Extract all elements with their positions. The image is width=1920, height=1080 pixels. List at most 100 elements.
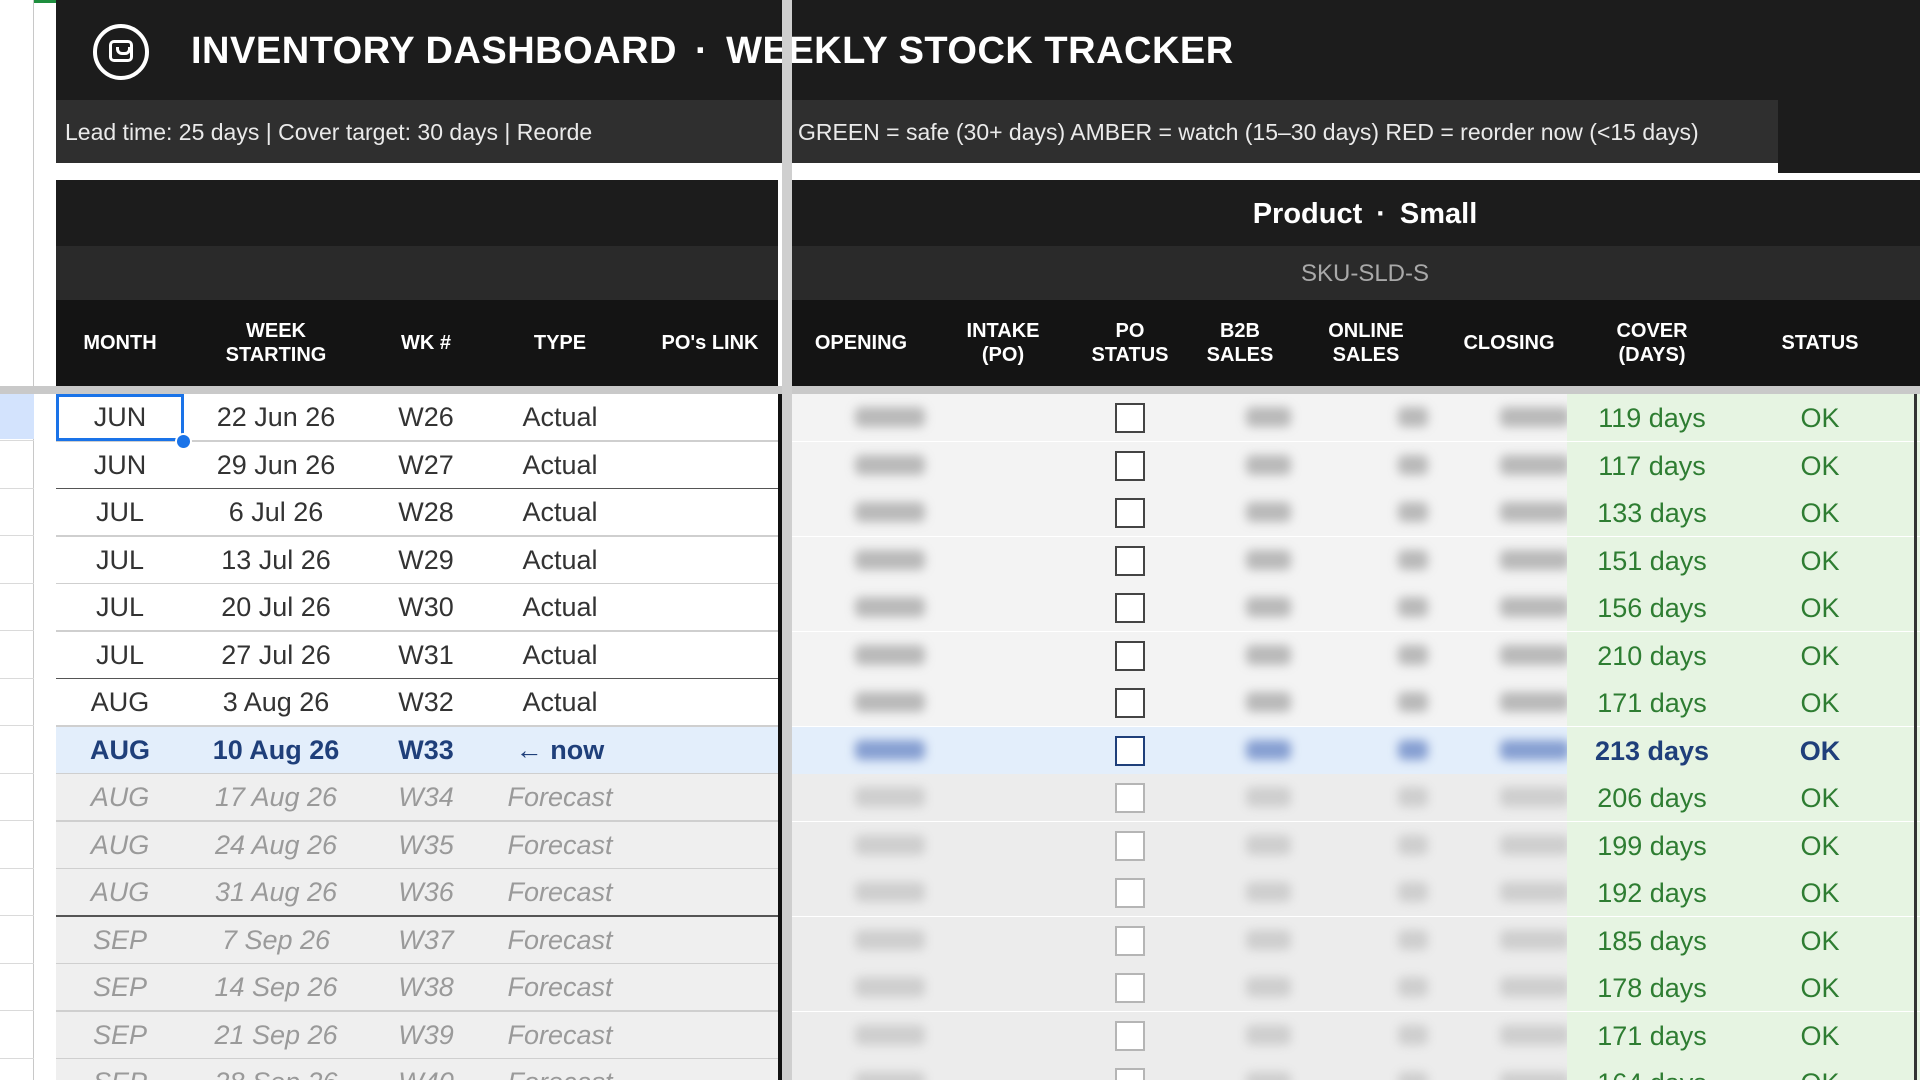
cell-wk-number[interactable]: W32	[368, 679, 484, 726]
cell-week-starting[interactable]: 21 Sep 26	[184, 1012, 368, 1059]
cell-week-starting[interactable]: 22 Jun 26	[184, 394, 368, 441]
cell-po-link[interactable]	[636, 394, 778, 441]
po-status-checkbox[interactable]	[1115, 403, 1145, 433]
po-status-checkbox[interactable]	[1115, 546, 1145, 576]
cell-cover-days[interactable]: 171 days	[1567, 1021, 1737, 1052]
po-status-checkbox[interactable]	[1115, 1068, 1145, 1080]
cell-week-starting[interactable]: 28 Sep 26	[184, 1059, 368, 1080]
cell-month[interactable]: AUG	[56, 774, 184, 821]
po-status-checkbox[interactable]	[1115, 641, 1145, 671]
col-closing[interactable]: CLOSING	[1436, 300, 1582, 386]
cell-week-starting[interactable]: 20 Jul 26	[184, 584, 368, 631]
status-badge[interactable]: OK	[1737, 546, 1903, 577]
frozen-row-divider[interactable]	[0, 386, 1920, 394]
cell-type[interactable]: Actual	[484, 584, 636, 631]
cell-wk-number[interactable]: W27	[368, 442, 484, 489]
cell-cover-days[interactable]: 213 days	[1567, 736, 1737, 767]
cell-po-link[interactable]	[636, 1059, 778, 1080]
cell-month[interactable]: JUL	[56, 584, 184, 631]
cell-po-link[interactable]	[636, 774, 778, 821]
status-badge[interactable]: OK	[1737, 451, 1903, 482]
cell-type[interactable]: Actual	[484, 489, 636, 536]
col-online-sales[interactable]: ONLINE SALES	[1296, 300, 1436, 386]
status-badge[interactable]: OK	[1737, 736, 1903, 767]
po-status-checkbox[interactable]	[1115, 783, 1145, 813]
cell-month[interactable]: AUG	[56, 869, 184, 916]
cell-week-starting[interactable]: 27 Jul 26	[184, 632, 368, 679]
status-badge[interactable]: OK	[1737, 831, 1903, 862]
fill-handle[interactable]	[175, 433, 192, 450]
cell-wk-number[interactable]: W40	[368, 1059, 484, 1080]
cell-cover-days[interactable]: 164 days	[1567, 1068, 1737, 1080]
status-badge[interactable]: OK	[1737, 783, 1903, 814]
po-status-checkbox[interactable]	[1115, 878, 1145, 908]
cell-week-starting[interactable]: 6 Jul 26	[184, 489, 368, 536]
col-cover-days[interactable]: COVER (DAYS)	[1582, 300, 1722, 386]
cell-week-starting[interactable]: 7 Sep 26	[184, 917, 368, 964]
status-badge[interactable]: OK	[1737, 1068, 1903, 1080]
col-po-status[interactable]: PO STATUS	[1076, 300, 1184, 386]
selected-row-header[interactable]	[0, 394, 34, 439]
cell-po-link[interactable]	[636, 869, 778, 916]
cell-month[interactable]: JUL	[56, 632, 184, 679]
frozen-column-divider[interactable]	[782, 0, 792, 1080]
cell-cover-days[interactable]: 185 days	[1567, 926, 1737, 957]
cell-wk-number[interactable]: W29	[368, 537, 484, 584]
cell-wk-number[interactable]: W39	[368, 1012, 484, 1059]
cell-po-link[interactable]	[636, 679, 778, 726]
col-week-starting[interactable]: WEEK STARTING	[184, 300, 368, 386]
status-badge[interactable]: OK	[1737, 688, 1903, 719]
cell-week-starting[interactable]: 13 Jul 26	[184, 537, 368, 584]
cell-month[interactable]: JUL	[56, 489, 184, 536]
cell-cover-days[interactable]: 192 days	[1567, 878, 1737, 909]
cell-type[interactable]: Forecast	[484, 869, 636, 916]
col-b2b-sales[interactable]: B2B SALES	[1184, 300, 1296, 386]
po-status-checkbox[interactable]	[1115, 593, 1145, 623]
col-opening[interactable]: OPENING	[792, 300, 930, 386]
settings-bar[interactable]: Lead time: 25 days | Cover target: 30 da…	[56, 100, 784, 163]
cell-cover-days[interactable]: 171 days	[1567, 688, 1737, 719]
cell-week-starting[interactable]: 10 Aug 26	[184, 727, 368, 774]
cell-month[interactable]: SEP	[56, 1059, 184, 1080]
po-status-checkbox[interactable]	[1115, 736, 1145, 766]
cell-cover-days[interactable]: 119 days	[1567, 403, 1737, 434]
cell-po-link[interactable]	[636, 537, 778, 584]
cell-type[interactable]: Forecast	[484, 964, 636, 1011]
col-month[interactable]: MONTH	[56, 300, 184, 386]
cell-month[interactable]: AUG	[56, 822, 184, 869]
cell-cover-days[interactable]: 151 days	[1567, 546, 1737, 577]
cell-month[interactable]: SEP	[56, 917, 184, 964]
cell-type[interactable]: Forecast	[484, 822, 636, 869]
po-status-checkbox[interactable]	[1115, 926, 1145, 956]
cell-wk-number[interactable]: W26	[368, 394, 484, 441]
col-po-link[interactable]: PO's LINK	[636, 300, 784, 386]
status-badge[interactable]: OK	[1737, 926, 1903, 957]
cell-week-starting[interactable]: 14 Sep 26	[184, 964, 368, 1011]
cell-month[interactable]: JUN	[56, 442, 184, 489]
cell-type[interactable]: Actual	[484, 679, 636, 726]
cell-cover-days[interactable]: 206 days	[1567, 783, 1737, 814]
cell-po-link[interactable]	[636, 632, 778, 679]
cell-type[interactable]: Actual	[484, 537, 636, 584]
col-status[interactable]: STATUS	[1737, 300, 1903, 386]
cell-po-link[interactable]	[636, 964, 778, 1011]
cell-type[interactable]: Actual	[484, 442, 636, 489]
cell-wk-number[interactable]: W35	[368, 822, 484, 869]
cell-wk-number[interactable]: W38	[368, 964, 484, 1011]
po-status-checkbox[interactable]	[1115, 973, 1145, 1003]
cell-type[interactable]: Forecast	[484, 1059, 636, 1080]
cell-wk-number[interactable]: W33	[368, 727, 484, 774]
cell-po-link[interactable]	[636, 822, 778, 869]
cell-cover-days[interactable]: 133 days	[1567, 498, 1737, 529]
po-status-checkbox[interactable]	[1115, 451, 1145, 481]
cell-cover-days[interactable]: 178 days	[1567, 973, 1737, 1004]
cell-week-starting[interactable]: 24 Aug 26	[184, 822, 368, 869]
cell-po-link[interactable]	[636, 917, 778, 964]
po-status-checkbox[interactable]	[1115, 688, 1145, 718]
cell-wk-number[interactable]: W34	[368, 774, 484, 821]
cell-wk-number[interactable]: W30	[368, 584, 484, 631]
cell-cover-days[interactable]: 156 days	[1567, 593, 1737, 624]
cell-po-link[interactable]	[636, 727, 778, 774]
cell-type[interactable]: ← now	[484, 727, 636, 774]
status-badge[interactable]: OK	[1737, 593, 1903, 624]
